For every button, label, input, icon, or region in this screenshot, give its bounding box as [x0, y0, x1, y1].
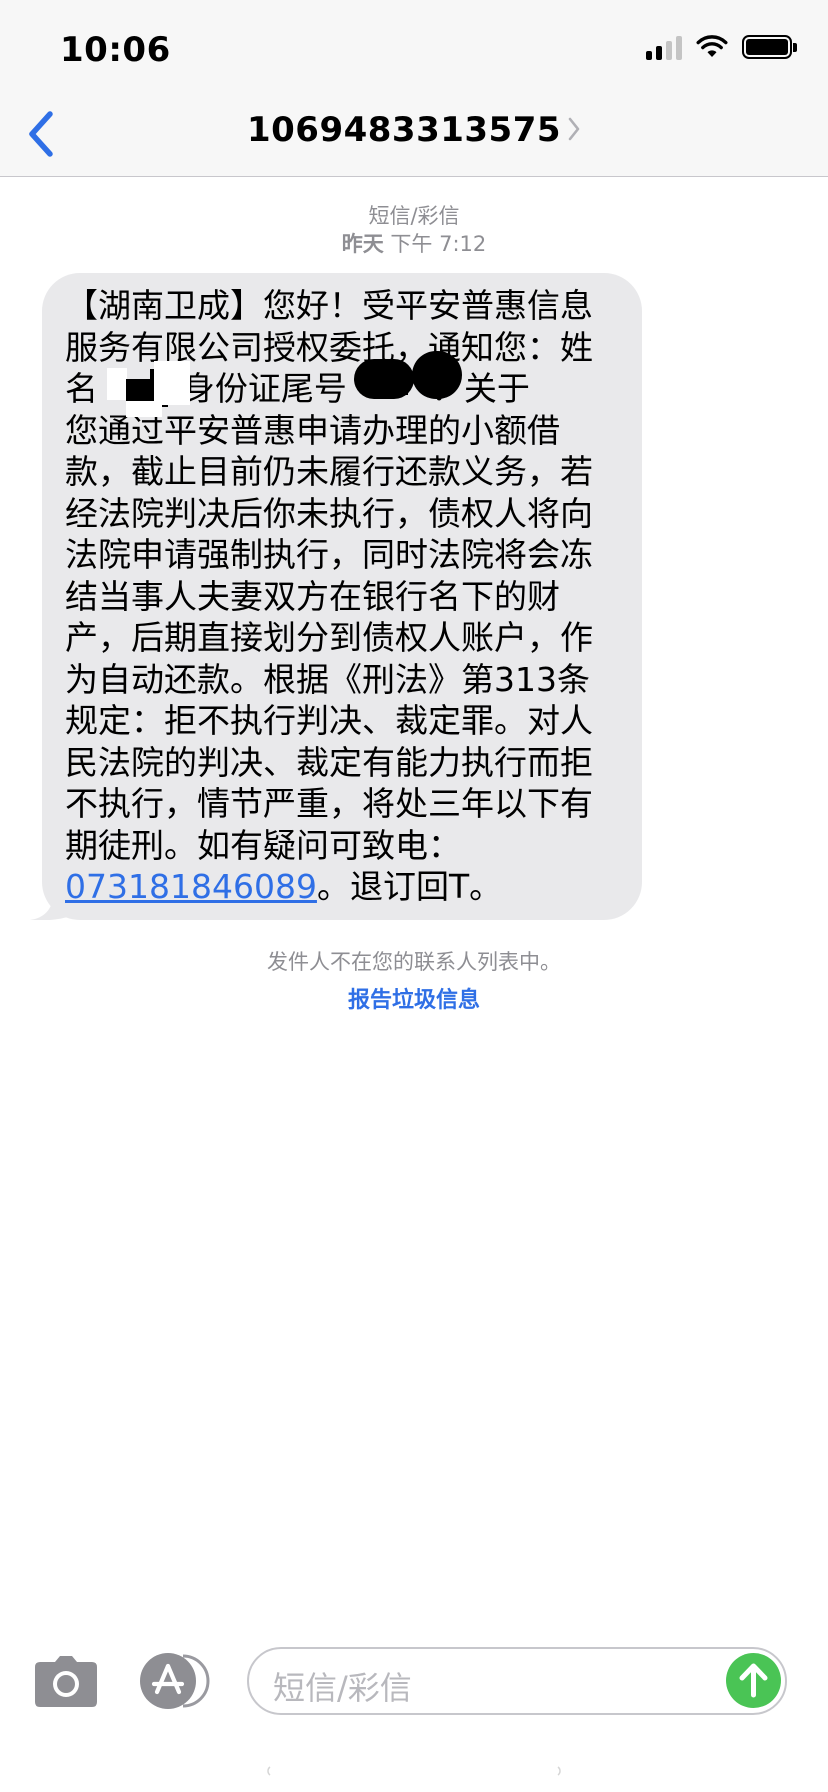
- wifi-icon: [696, 35, 728, 57]
- status-icons: [646, 34, 797, 60]
- message-line: 服务有限公司授权委托，通知您：姓: [65, 327, 593, 367]
- app-store-button[interactable]: [139, 1652, 213, 1710]
- message-line: 不执行，情节严重，将处三年以下有: [65, 784, 593, 823]
- message-bubble[interactable]: 【湖南卫成】您好！受平安普惠信息 服务有限公司授权委托，通知您：姓 名 身份证尾…: [42, 273, 642, 920]
- redaction-mask: [107, 368, 127, 400]
- phone-number-link[interactable]: 073181846089: [65, 867, 317, 906]
- app-store-icon: [140, 1653, 210, 1709]
- message-day: 昨天: [341, 232, 384, 256]
- contact-header[interactable]: 1069483313575: [0, 110, 828, 150]
- redaction-mask: [154, 361, 190, 405]
- message-line: 产，后期直接划分到债权人账户，作: [65, 618, 593, 657]
- sender-number: 1069483313575: [246, 110, 562, 150]
- redaction-mask: [412, 351, 462, 399]
- message-timestamp: 昨天 下午 7:12: [0, 228, 828, 258]
- cellular-signal-icon: [646, 34, 682, 60]
- message-line: 规定：拒不执行判决、裁定罪。对人: [65, 701, 593, 740]
- message-line: 为自动还款。根据《刑法》第313条: [65, 659, 590, 699]
- message-time: 下午 7:12: [390, 232, 487, 256]
- redaction-mask: [126, 401, 162, 417]
- message-type-label: 短信/彩信: [368, 204, 460, 228]
- message-line: 法院申请强制执行，同时法院将会冻: [65, 535, 593, 574]
- message-input-placeholder: 短信/彩信: [273, 1669, 412, 1707]
- redaction-mask: [374, 375, 408, 395]
- bottom-edge-marks: [267, 1766, 561, 1776]
- message-input[interactable]: 短信/彩信: [247, 1647, 787, 1715]
- arrow-up-icon: [739, 1663, 768, 1698]
- message-line: 民法院的判决、裁定有能力执行而拒: [65, 742, 593, 782]
- top-bar: 10:06 1069483313575: [0, 0, 828, 177]
- message-line: 经法院判决后你未执行，债权人将向: [65, 493, 593, 533]
- status-time: 10:06: [60, 30, 171, 70]
- chevron-right-icon: [568, 117, 580, 140]
- message-line: 【湖南卫成】您好！受平安普惠信息: [65, 286, 593, 325]
- report-junk-link[interactable]: 报告垃圾信息: [0, 982, 828, 1014]
- battery-icon: [742, 35, 797, 59]
- message-bubble-container: 【湖南卫成】您好！受平安普惠信息 服务有限公司授权委托，通知您：姓 名 身份证尾…: [30, 273, 642, 920]
- message-line: 期徒刑。如有疑问可致电：: [65, 825, 461, 865]
- message-last-line: 073181846089。退订回T。: [65, 866, 618, 908]
- camera-icon: [35, 1656, 97, 1707]
- message-line: 款，截止目前仍未履行还款义务，若: [65, 452, 593, 491]
- message-line: 结当事人夫妻双方在银行名下的财: [65, 576, 560, 616]
- not-in-contacts-notice: 发件人不在您的联系人列表中。: [267, 950, 561, 974]
- camera-button[interactable]: [34, 1656, 98, 1708]
- unsubscribe-text: 。退订回T。: [316, 867, 503, 906]
- send-button[interactable]: [726, 1653, 781, 1708]
